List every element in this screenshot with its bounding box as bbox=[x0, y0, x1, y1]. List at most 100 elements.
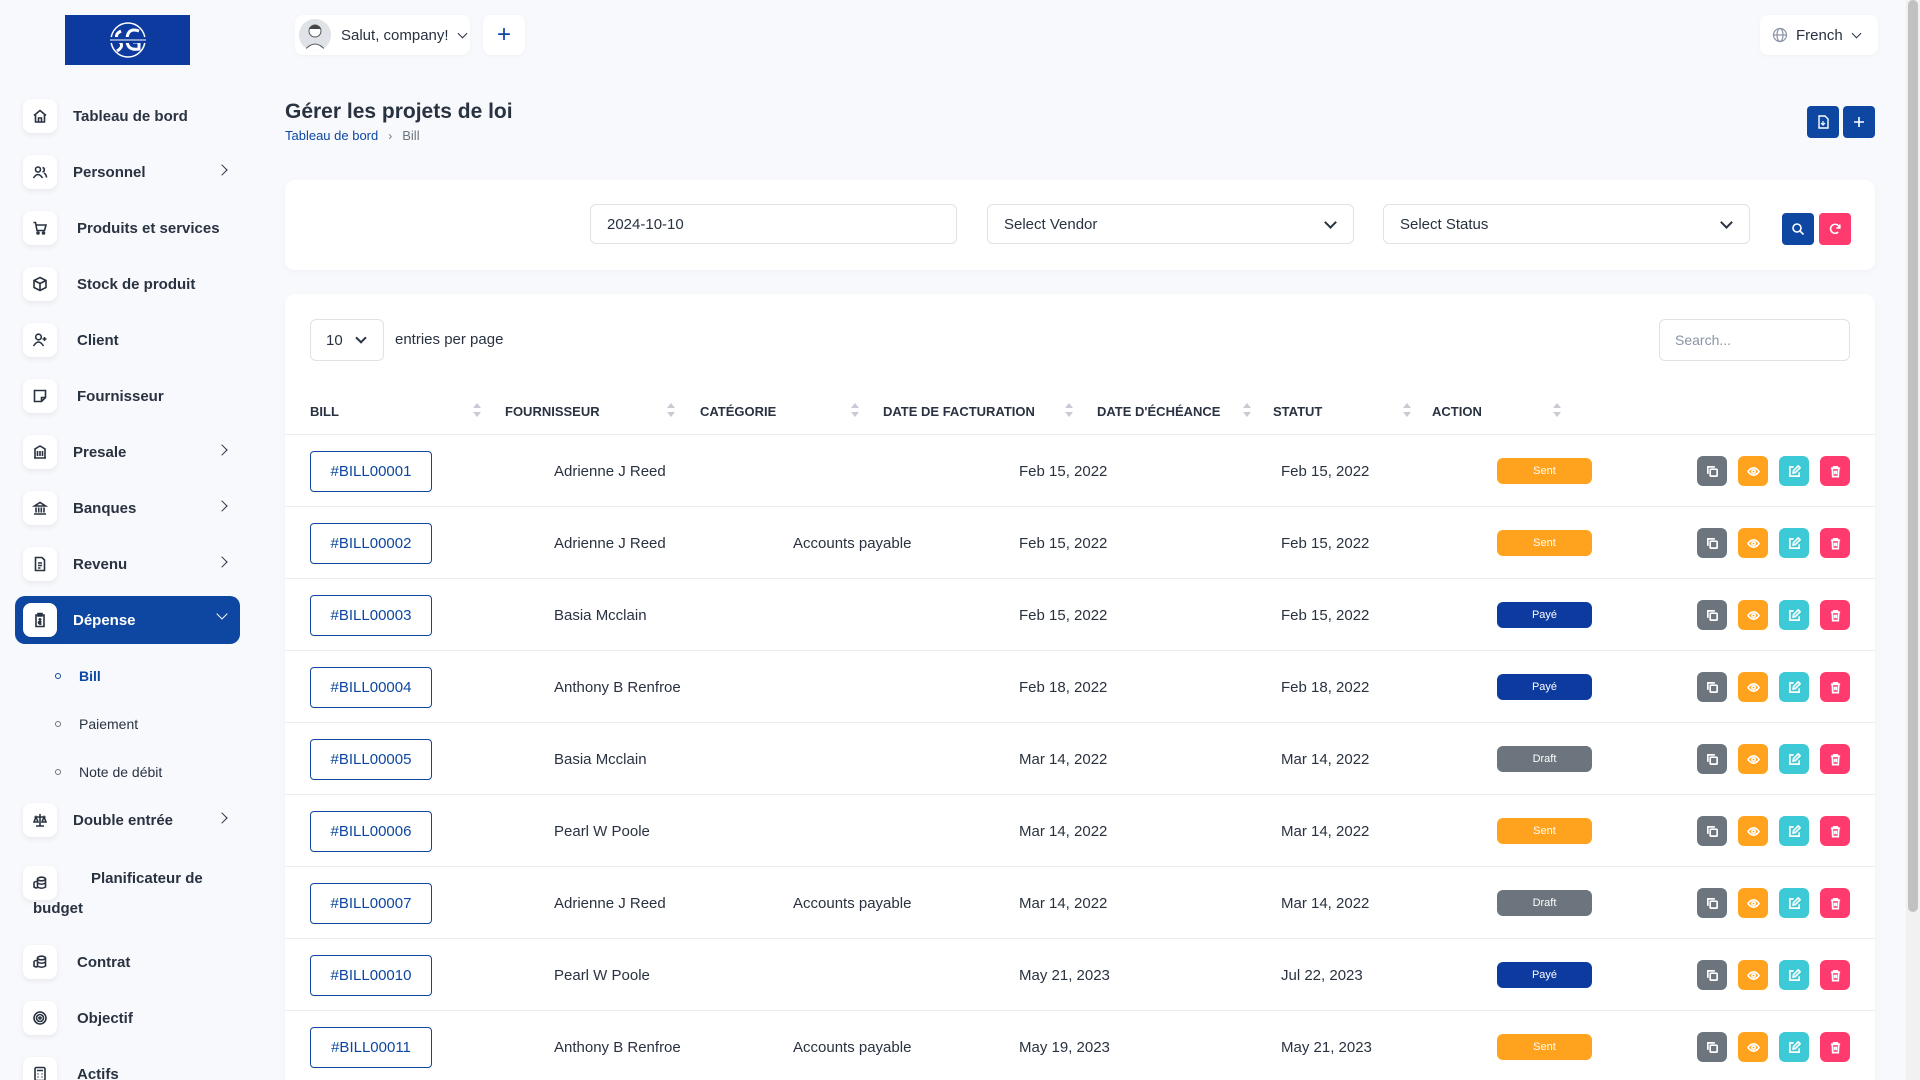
edit-button[interactable] bbox=[1779, 456, 1809, 486]
entries-per-page-value: 10 bbox=[326, 331, 343, 349]
bill-date-cell: Feb 15, 2022 bbox=[1019, 462, 1108, 480]
column-header-label: BILL bbox=[310, 403, 339, 419]
bill-number-button[interactable]: #BILL00006 bbox=[310, 810, 432, 852]
language-selector[interactable]: French bbox=[1760, 15, 1878, 55]
edit-button[interactable] bbox=[1779, 888, 1809, 918]
sidebar-item-depense[interactable]: Dépense bbox=[15, 596, 240, 644]
sort-icon[interactable] bbox=[851, 403, 859, 419]
export-button[interactable] bbox=[1807, 106, 1839, 138]
sidebar-item-objectif[interactable]: Objectif bbox=[15, 994, 240, 1042]
user-menu[interactable]: Salut, company! bbox=[295, 15, 470, 55]
date-filter-input[interactable]: 2024-10-10 bbox=[590, 204, 957, 244]
duplicate-button[interactable] bbox=[1697, 816, 1727, 846]
delete-button[interactable] bbox=[1820, 744, 1850, 774]
duplicate-button[interactable] bbox=[1697, 528, 1727, 558]
edit-button[interactable] bbox=[1779, 1032, 1809, 1062]
sort-icon[interactable] bbox=[1403, 403, 1411, 419]
view-button[interactable] bbox=[1738, 672, 1768, 702]
create-bill-button[interactable] bbox=[1843, 106, 1875, 138]
bill-number-button[interactable]: #BILL00003 bbox=[310, 594, 432, 636]
column-header-bill[interactable]: BILL bbox=[310, 387, 339, 435]
status-select[interactable]: Select Status bbox=[1383, 204, 1750, 244]
sidebar-item-produits-et-services[interactable]: Produits et services bbox=[15, 204, 240, 252]
view-button[interactable] bbox=[1738, 528, 1768, 558]
delete-button[interactable] bbox=[1820, 600, 1850, 630]
sidebar-item-fournisseur[interactable]: Fournisseur bbox=[15, 372, 240, 420]
sidebar-item-revenu[interactable]: Revenu bbox=[15, 540, 240, 588]
sort-icon[interactable] bbox=[1243, 403, 1251, 419]
column-header-vendor[interactable]: FOURNISSEUR bbox=[505, 387, 600, 435]
sidebar-subitem-paiement[interactable]: Paiement bbox=[41, 700, 240, 748]
bill-number-button[interactable]: #BILL00011 bbox=[310, 1026, 432, 1068]
delete-button[interactable] bbox=[1820, 888, 1850, 918]
bill-number-button[interactable]: #BILL00004 bbox=[310, 666, 432, 708]
duplicate-button[interactable] bbox=[1697, 888, 1727, 918]
edit-button[interactable] bbox=[1779, 960, 1809, 990]
delete-button[interactable] bbox=[1820, 456, 1850, 486]
sidebar-item-actifs[interactable]: Actifs bbox=[15, 1050, 240, 1080]
scrollbar-thumb[interactable] bbox=[1908, 0, 1918, 912]
sort-icon[interactable] bbox=[473, 403, 481, 419]
delete-button[interactable] bbox=[1820, 672, 1850, 702]
bill-number-button[interactable]: #BILL00005 bbox=[310, 738, 432, 780]
quick-add-button[interactable]: + bbox=[483, 15, 525, 55]
bill-number-button[interactable]: #BILL00010 bbox=[310, 954, 432, 996]
bill-number-button[interactable]: #BILL00001 bbox=[310, 450, 432, 492]
edit-button[interactable] bbox=[1779, 600, 1809, 630]
table-search-input[interactable] bbox=[1659, 319, 1850, 361]
delete-button[interactable] bbox=[1820, 816, 1850, 846]
view-button[interactable] bbox=[1738, 816, 1768, 846]
globe-icon bbox=[1772, 27, 1788, 43]
bill-number-button[interactable]: #BILL00002 bbox=[310, 522, 432, 564]
bills-table-card: 10 entries per page BILL FOURNISSEUR CATÉG… bbox=[285, 294, 1875, 1080]
entries-per-page-select[interactable]: 10 bbox=[310, 319, 384, 361]
column-header-due-date[interactable]: DATE D'ÉCHÉANCE bbox=[1097, 387, 1220, 435]
sidebar-item-presale[interactable]: Presale bbox=[15, 428, 240, 476]
sidebar-subitem-note-de-debit[interactable]: Note de débit bbox=[41, 748, 240, 796]
delete-button[interactable] bbox=[1820, 1032, 1850, 1062]
sort-icon[interactable] bbox=[1065, 403, 1073, 419]
sort-icon[interactable] bbox=[1553, 403, 1561, 419]
view-button[interactable] bbox=[1738, 744, 1768, 774]
edit-button[interactable] bbox=[1779, 672, 1809, 702]
sidebar-item-banques[interactable]: Banques bbox=[15, 484, 240, 532]
duplicate-button[interactable] bbox=[1697, 960, 1727, 990]
sort-icon[interactable] bbox=[667, 403, 675, 419]
sidebar-subitem-bill[interactable]: Bill bbox=[41, 652, 240, 700]
duplicate-button[interactable] bbox=[1697, 600, 1727, 630]
view-button[interactable] bbox=[1738, 600, 1768, 630]
view-button[interactable] bbox=[1738, 888, 1768, 918]
vendor-select[interactable]: Select Vendor bbox=[987, 204, 1354, 244]
edit-button[interactable] bbox=[1779, 816, 1809, 846]
column-header-action[interactable]: ACTION bbox=[1432, 387, 1482, 435]
company-logo[interactable] bbox=[65, 15, 190, 65]
sidebar-item-tableau-de-bord[interactable]: Tableau de bord bbox=[15, 92, 240, 140]
sidebar-item-personnel[interactable]: Personnel bbox=[15, 148, 240, 196]
breadcrumb-home-link[interactable]: Tableau de bord bbox=[285, 128, 378, 143]
bill-number-button[interactable]: #BILL00007 bbox=[310, 882, 432, 924]
duplicate-button[interactable] bbox=[1697, 456, 1727, 486]
page-scrollbar[interactable] bbox=[1906, 0, 1920, 1080]
delete-button[interactable] bbox=[1820, 960, 1850, 990]
edit-button[interactable] bbox=[1779, 528, 1809, 558]
duplicate-button[interactable] bbox=[1697, 672, 1727, 702]
column-header-status[interactable]: STATUT bbox=[1273, 387, 1322, 435]
duplicate-button[interactable] bbox=[1697, 1032, 1727, 1062]
column-header-bill-date[interactable]: DATE DE FACTURATION bbox=[883, 387, 1035, 435]
view-button[interactable] bbox=[1738, 456, 1768, 486]
due-date-cell: Jul 22, 2023 bbox=[1281, 966, 1363, 984]
view-button[interactable] bbox=[1738, 960, 1768, 990]
duplicate-button[interactable] bbox=[1697, 744, 1727, 774]
apply-filter-button[interactable] bbox=[1782, 213, 1814, 245]
sidebar-item-double-entree[interactable]: Double entrée bbox=[15, 796, 240, 844]
view-button[interactable] bbox=[1738, 1032, 1768, 1062]
delete-button[interactable] bbox=[1820, 528, 1850, 558]
sidebar-item-contrat[interactable]: Contrat bbox=[15, 938, 240, 986]
column-header-category[interactable]: CATÉGORIE bbox=[700, 387, 776, 435]
sidebar-item-planificateur-de[interactable]: Planificateur de budget bbox=[15, 852, 240, 930]
sidebar-item-client[interactable]: Client bbox=[15, 316, 240, 364]
reset-filter-button[interactable] bbox=[1819, 213, 1851, 245]
edit-button[interactable] bbox=[1779, 744, 1809, 774]
nav-icon-wrap bbox=[23, 803, 57, 837]
sidebar-item-stock-de-produit[interactable]: Stock de produit bbox=[15, 260, 240, 308]
